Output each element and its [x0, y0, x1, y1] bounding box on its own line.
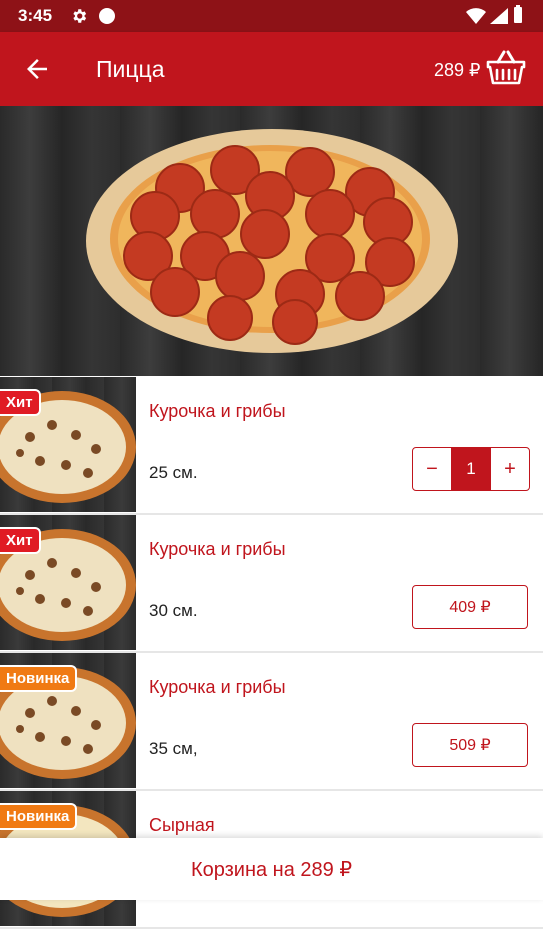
- wifi-icon: [466, 8, 486, 29]
- product-image: Хит: [0, 515, 136, 650]
- product-size: 30 см.: [149, 601, 198, 620]
- product-image: Новинка: [0, 653, 136, 788]
- product-name: Сырная: [149, 815, 215, 835]
- cart-amount[interactable]: 289 ₽: [434, 60, 481, 81]
- add-to-cart-price-button[interactable]: 409 ₽: [412, 585, 528, 629]
- product-name: Курочка и грибы: [149, 539, 286, 559]
- product-card[interactable]: Хит Курочка и грибы 25 см. − 1 +: [0, 377, 543, 515]
- notification-dot-icon: [99, 8, 115, 24]
- product-card[interactable]: Хит Курочка и грибы 30 см. 409 ₽: [0, 515, 543, 653]
- basket-icon[interactable]: [486, 50, 526, 91]
- decrease-button[interactable]: −: [413, 448, 451, 490]
- page-title: Пицца: [96, 56, 165, 82]
- new-badge: Новинка: [0, 803, 78, 830]
- product-name: Курочка и грибы: [149, 401, 286, 421]
- new-badge: Новинка: [0, 665, 78, 692]
- hit-badge: Хит: [0, 527, 41, 554]
- quantity-value: 1: [451, 448, 491, 490]
- product-image: Хит: [0, 377, 136, 512]
- cell-signal-icon: [490, 8, 508, 29]
- category-hero-image: [0, 106, 543, 376]
- status-time: 3:45: [18, 6, 53, 25]
- product-card[interactable]: Новинка Курочка и грибы 35 см, 509 ₽: [0, 653, 543, 791]
- product-name: Курочка и грибы: [149, 677, 286, 697]
- hit-badge: Хит: [0, 389, 41, 416]
- product-size: 25 см.: [149, 463, 198, 482]
- increase-button[interactable]: +: [491, 448, 529, 490]
- add-to-cart-price-button[interactable]: 509 ₽: [412, 723, 528, 767]
- back-arrow-icon[interactable]: [22, 54, 52, 84]
- quantity-stepper[interactable]: − 1 +: [412, 447, 530, 491]
- settings-gear-icon: [70, 7, 88, 30]
- status-bar: 3:45: [0, 0, 543, 32]
- app-bar: Пицца 289 ₽: [0, 32, 543, 106]
- product-size: 35 см,: [149, 739, 198, 758]
- cart-total-button[interactable]: Корзина на 289 ₽: [0, 838, 543, 900]
- battery-icon: [514, 5, 522, 23]
- cart-total-label: Корзина на 289 ₽: [190, 858, 353, 881]
